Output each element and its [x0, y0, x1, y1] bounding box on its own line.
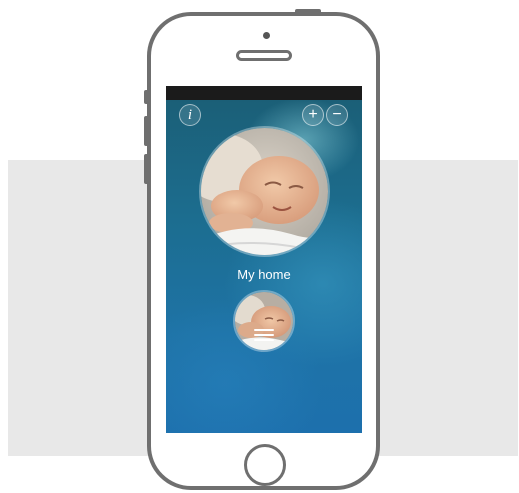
mute-switch — [144, 90, 149, 104]
menu-bar-2 — [254, 334, 274, 336]
plus-icon: + — [308, 106, 318, 123]
add-camera-button[interactable]: + — [302, 104, 324, 126]
minus-icon: − — [332, 106, 342, 123]
camera-name-label: My home — [237, 267, 291, 282]
phone-frame: i + − My home — [144, 9, 380, 490]
remove-camera-button[interactable]: − — [326, 104, 348, 126]
info-button[interactable]: i — [179, 104, 201, 126]
power-button — [295, 9, 321, 14]
presentation-stage: i + − My home — [0, 0, 519, 493]
earpiece-speaker — [236, 50, 292, 61]
menu-bar-1 — [254, 329, 274, 331]
menu-icon[interactable] — [254, 329, 274, 343]
volume-down-button — [144, 154, 149, 184]
info-icon: i — [187, 106, 193, 123]
front-camera — [263, 32, 270, 39]
phone-screen: i + − My home — [166, 86, 362, 433]
menu-bar-3 — [254, 339, 274, 341]
volume-up-button — [144, 116, 149, 146]
home-button — [244, 444, 286, 486]
camera-feed-main[interactable] — [199, 126, 330, 257]
baby-photo — [201, 128, 328, 255]
